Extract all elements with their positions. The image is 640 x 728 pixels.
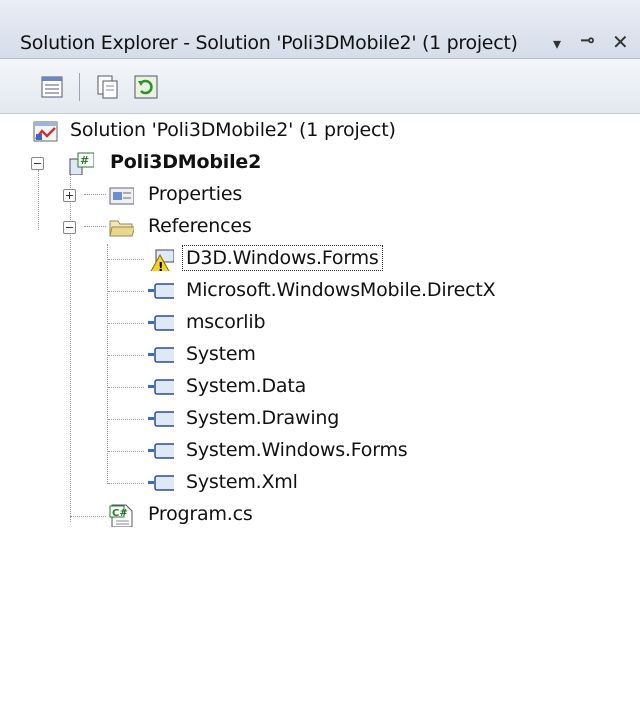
toolbar-separator	[79, 73, 80, 101]
csharp-project-icon: #	[69, 152, 94, 175]
refresh-button[interactable]	[133, 74, 159, 100]
tree-item-label: Solution 'Poli3DMobile2' (1 project)	[70, 119, 396, 141]
reference-icon	[148, 411, 174, 427]
tree-item-label: Poli3DMobile2	[110, 151, 262, 173]
tree-item-label: System	[186, 343, 256, 365]
toolbar	[0, 59, 640, 114]
svg-text:C#: C#	[112, 508, 128, 519]
tree-guide	[108, 451, 144, 452]
dropdown-icon[interactable]: ▾	[553, 34, 561, 53]
refresh-icon	[134, 75, 158, 99]
close-icon[interactable]: ✕	[612, 30, 629, 54]
tree-guide	[70, 516, 106, 517]
tree-guide	[84, 226, 106, 227]
solution-tree: Solution 'Poli3DMobile2' (1 project) # P…	[0, 114, 640, 728]
tree-item-label: Microsoft.WindowsMobile.DirectX	[186, 279, 496, 301]
tree-item-label: Properties	[148, 183, 243, 205]
pin-icon[interactable]: ⊸	[580, 30, 595, 51]
folder-open-icon	[109, 220, 134, 237]
reference-warning-icon: !	[150, 249, 174, 271]
collapse-icon[interactable]	[31, 157, 44, 170]
tree-item-label: mscorlib	[186, 311, 266, 333]
properties-icon	[41, 76, 63, 98]
window-title: Solution Explorer - Solution 'Poli3DMobi…	[20, 32, 518, 54]
tree-guide	[84, 194, 106, 195]
tree-guide	[38, 170, 39, 230]
tree-guide	[108, 483, 144, 484]
properties-folder-icon	[109, 187, 134, 205]
tree-guide	[108, 291, 144, 292]
reference-icon	[148, 347, 174, 363]
tree-item-label: References	[148, 215, 252, 237]
reference-icon	[148, 475, 174, 491]
tree-guide	[108, 387, 144, 388]
tree-guide	[107, 244, 108, 484]
tree-item-label: System.Drawing	[186, 407, 340, 429]
reference-icon	[148, 283, 174, 299]
reference-icon	[148, 443, 174, 459]
reference-icon	[148, 315, 174, 331]
properties-button[interactable]	[40, 74, 66, 100]
tree-item-label: Program.cs	[148, 503, 253, 525]
tree-guide	[108, 323, 144, 324]
show-all-files-button[interactable]	[95, 74, 121, 100]
solution-icon	[33, 121, 58, 142]
svg-text:#: #	[80, 154, 89, 167]
tree-item-label: System.Windows.Forms	[186, 439, 408, 461]
show-all-files-icon	[97, 75, 118, 99]
expand-icon[interactable]	[63, 189, 76, 202]
solution-explorer-titlebar: Solution Explorer - Solution 'Poli3DMobi…	[0, 0, 640, 59]
tree-item-label: System.Data	[186, 375, 307, 397]
tree-guide	[108, 259, 144, 260]
tree-guide	[108, 355, 144, 356]
csharp-file-icon: C#	[109, 504, 133, 527]
tree-item-label: D3D.Windows.Forms	[182, 245, 383, 271]
tree-guide	[108, 419, 144, 420]
reference-icon	[148, 379, 174, 395]
tree-item-label: System.Xml	[186, 471, 298, 493]
svg-text:!: !	[158, 260, 163, 271]
collapse-icon[interactable]	[63, 221, 76, 234]
